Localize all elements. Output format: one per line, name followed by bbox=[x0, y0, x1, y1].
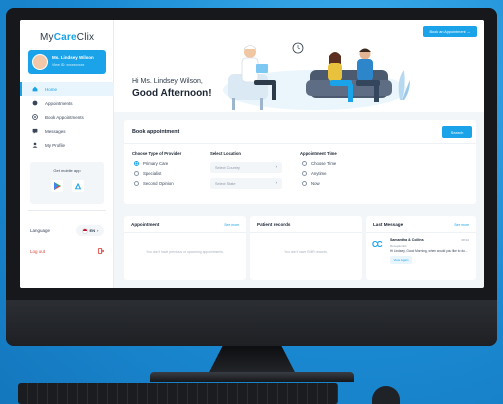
sidebar-item-book-appointments[interactable]: Book Appointments bbox=[20, 110, 114, 124]
sidebar-nav: Home Appointments Book Appointments Mess… bbox=[20, 82, 114, 152]
sidebar-item-label: Messages bbox=[45, 128, 66, 134]
doctor-consultation-illustration bbox=[223, 42, 410, 110]
appointment-card-title: Appointment bbox=[131, 222, 160, 227]
logo-prefix: My bbox=[40, 32, 54, 43]
message-time: 08:32 bbox=[461, 238, 469, 242]
card-divider bbox=[124, 232, 246, 233]
logout-link[interactable]: Log out bbox=[30, 249, 45, 254]
message-preview[interactable]: Hi Lindsey, Good Morning, when would you… bbox=[390, 249, 468, 253]
sender-avatar: CC bbox=[372, 240, 383, 249]
radio-label: Specialist bbox=[143, 171, 162, 176]
patient-records-title: Patient records bbox=[257, 222, 291, 227]
radio-choose-time[interactable]: Choose Time bbox=[302, 161, 336, 166]
sender-name: Samantha & Collins bbox=[390, 238, 424, 242]
google-play-icon[interactable] bbox=[51, 180, 63, 192]
card-divider bbox=[366, 232, 476, 233]
chevron-right-icon: › bbox=[97, 228, 99, 233]
sidebar-item-label: My Profile bbox=[45, 142, 66, 148]
patient-records-empty-text: You don't have EMR records. bbox=[284, 250, 328, 254]
radio-now[interactable]: Now bbox=[302, 181, 320, 186]
sidebar: MyCareClix Ms. Lindsey Wilson View ID: x… bbox=[20, 20, 114, 288]
chevron-right-icon: › bbox=[275, 180, 278, 185]
patient-records-card: Patient records You don't have EMR recor… bbox=[250, 216, 362, 280]
sidebar-item-label: Home bbox=[45, 86, 58, 92]
location-label: Select Location bbox=[210, 151, 241, 156]
home-icon bbox=[32, 86, 38, 92]
card-divider bbox=[250, 232, 362, 233]
radio-label: Anytime bbox=[311, 171, 327, 176]
logo-accent: Care bbox=[53, 32, 77, 43]
last-message-title: Last Message bbox=[373, 222, 404, 227]
sidebar-item-appointments[interactable]: Appointments bbox=[20, 96, 114, 110]
sidebar-item-label: Book Appointments bbox=[45, 114, 84, 120]
provider-type-label: Choose Type of Provider bbox=[132, 151, 182, 156]
sidebar-divider bbox=[28, 210, 106, 211]
page-title: Good Afternoon! bbox=[132, 88, 212, 99]
country-placeholder: Select Country bbox=[215, 165, 240, 170]
sender-role: Receptionist bbox=[390, 244, 407, 248]
mobile-app-title: Get mobile app bbox=[53, 168, 81, 173]
mobile-app-card: Get mobile app bbox=[30, 162, 104, 204]
logo-suffix: Clix bbox=[76, 32, 95, 43]
app-store-icon[interactable] bbox=[72, 180, 84, 192]
card-divider bbox=[124, 143, 476, 144]
radio-label: Now bbox=[311, 181, 320, 186]
avatar bbox=[32, 54, 48, 70]
book-appointment-cta-button[interactable]: Book an Appointment → bbox=[423, 26, 477, 37]
flag-icon bbox=[81, 227, 88, 234]
sidebar-item-home[interactable]: Home bbox=[20, 82, 114, 96]
sidebar-item-messages[interactable]: Messages bbox=[20, 124, 114, 138]
appointment-empty-text: You don't have previous or upcoming appo… bbox=[146, 250, 224, 254]
greeting-text: Hi Ms. Lindsey Wilson, bbox=[132, 78, 203, 85]
message-icon bbox=[32, 128, 38, 134]
language-value: EN bbox=[89, 228, 96, 233]
radio-primary-care[interactable]: Primary Care bbox=[134, 161, 168, 166]
search-button[interactable]: Search bbox=[442, 126, 472, 138]
country-select[interactable]: Select Country › bbox=[210, 162, 282, 173]
book-appointment-title: Book appointment bbox=[132, 129, 180, 135]
state-placeholder: Select State bbox=[215, 181, 236, 186]
last-message-see-more-link[interactable]: See more bbox=[454, 223, 469, 227]
view-again-button[interactable]: View Again bbox=[390, 256, 412, 264]
chevron-right-icon: › bbox=[275, 164, 278, 169]
appointment-card: Appointment See more You don't have prev… bbox=[124, 216, 246, 280]
user-icon bbox=[32, 142, 38, 148]
radio-unchecked-icon bbox=[302, 171, 307, 176]
language-label: Language bbox=[30, 228, 51, 233]
app-logo[interactable]: MyCareClix bbox=[40, 32, 94, 43]
keyboard bbox=[18, 383, 338, 404]
radio-checked-icon bbox=[134, 161, 139, 166]
sidebar-item-label: Appointments bbox=[45, 100, 73, 106]
monitor-chin bbox=[6, 300, 497, 346]
sidebar-item-my-profile[interactable]: My Profile bbox=[20, 138, 114, 152]
radio-label: Second Opinion bbox=[143, 181, 174, 186]
user-name: Ms. Lindsey Wilson bbox=[52, 55, 94, 60]
radio-label: Primary Care bbox=[143, 161, 169, 166]
radio-specialist[interactable]: Specialist bbox=[134, 171, 161, 176]
screen: MyCareClix Ms. Lindsey Wilson View ID: x… bbox=[20, 20, 484, 288]
language-selector[interactable]: EN › bbox=[76, 225, 104, 236]
appointment-time-label: Appointment Time bbox=[300, 151, 337, 156]
radio-anytime[interactable]: Anytime bbox=[302, 171, 327, 176]
book-appointment-card: Book appointment Search Choose Type of P… bbox=[124, 120, 476, 204]
radio-unchecked-icon bbox=[302, 181, 307, 186]
user-id-link[interactable]: View ID: xxxxxxxxxx bbox=[52, 63, 84, 67]
state-select[interactable]: Select State › bbox=[210, 178, 282, 189]
calendar-icon bbox=[32, 100, 38, 106]
radio-unchecked-icon bbox=[134, 181, 139, 186]
radio-unchecked-icon bbox=[134, 171, 139, 176]
last-message-card: Last Message See more CC Samantha & Coll… bbox=[366, 216, 476, 280]
appointment-see-more-link[interactable]: See more bbox=[224, 223, 239, 227]
radio-second-opinion[interactable]: Second Opinion bbox=[134, 181, 174, 186]
logout-icon[interactable] bbox=[98, 248, 104, 254]
radio-label: Choose Time bbox=[311, 161, 337, 166]
user-card[interactable]: Ms. Lindsey Wilson View ID: xxxxxxxxxx bbox=[28, 50, 106, 74]
monitor-stand-base bbox=[150, 372, 354, 382]
radio-unchecked-icon bbox=[302, 161, 307, 166]
book-icon bbox=[32, 114, 38, 120]
